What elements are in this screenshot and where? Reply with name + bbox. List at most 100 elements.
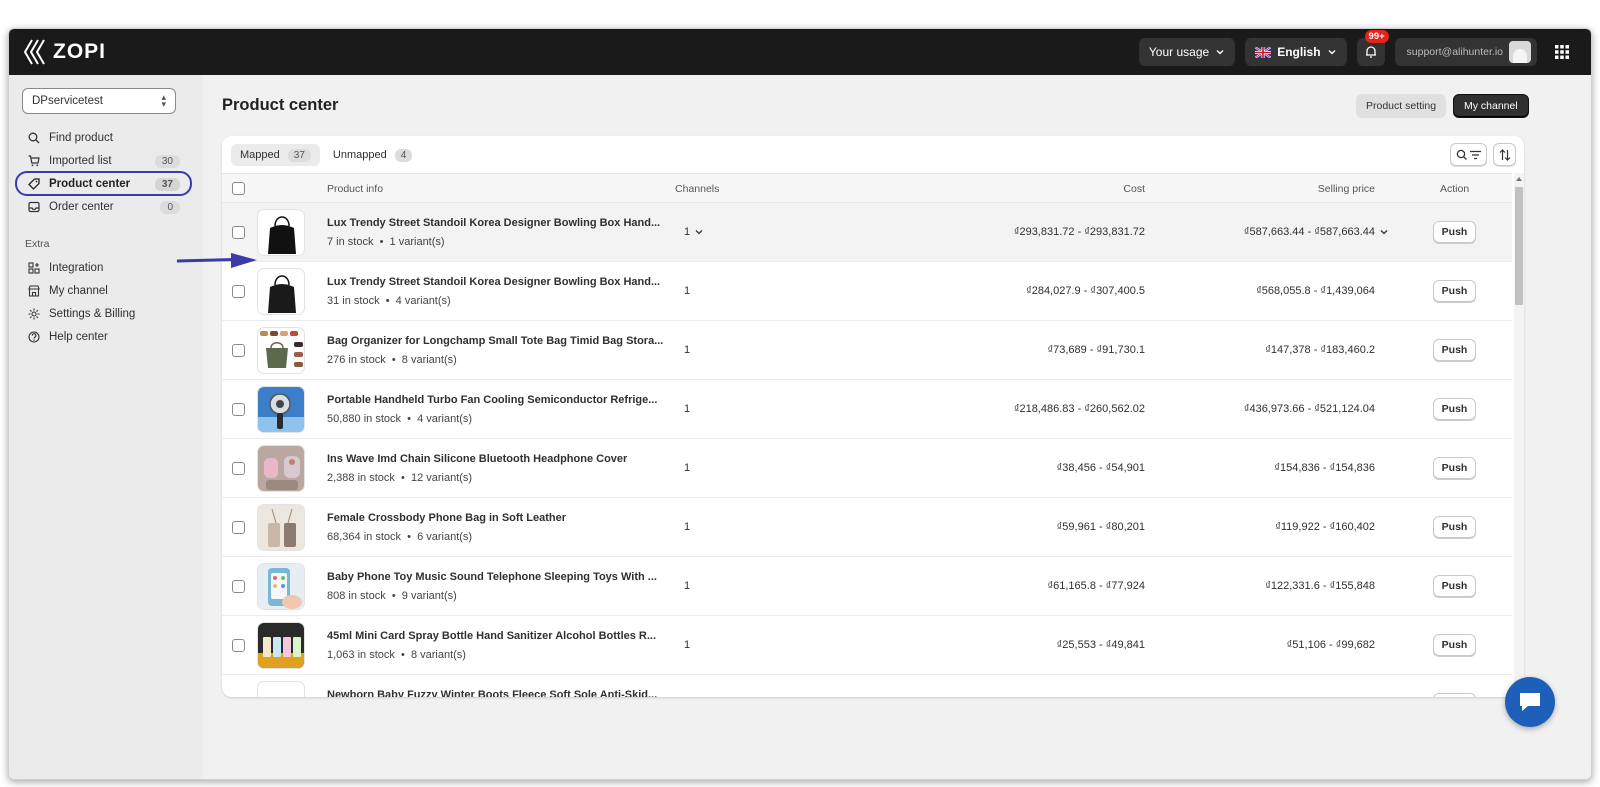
product-name[interactable]: 45ml Mini Card Spray Bottle Hand Sanitiz… <box>327 630 656 642</box>
notifications-button[interactable]: 99+ <box>1356 30 1389 66</box>
notification-badge: 99+ <box>1364 30 1389 43</box>
price-range: ₫587,663.44 - ₫587,663.44 <box>1243 226 1375 238</box>
table-row[interactable]: Female Crossbody Phone Bag in Soft Leath… <box>222 498 1512 557</box>
channel-count: 1 <box>684 285 691 297</box>
sidebar-item-label: Find product <box>49 132 113 144</box>
table-row[interactable]: Ins Wave Imd Chain Silicone Bluetooth He… <box>222 439 1512 498</box>
cost-range: ₫293,831.72 - ₫293,831.72 <box>1013 226 1145 238</box>
sidebar-item-integration[interactable]: Integration <box>22 258 186 278</box>
product-meta: 1,063 in stock • 8 variant(s) <box>327 649 466 661</box>
variant-text: 9 variant(s) <box>401 590 457 602</box>
table-row[interactable]: Lux Trendy Street Standoil Korea Designe… <box>222 203 1512 262</box>
variant-text: 4 variant(s) <box>395 295 451 307</box>
row-checkbox[interactable] <box>232 344 245 357</box>
product-thumbnail <box>257 504 305 551</box>
sidebar-item-count: 0 <box>160 200 180 214</box>
sidebar-item-order-center[interactable]: Order center 0 <box>22 197 186 217</box>
sidebar-item-settings-billing[interactable]: Settings & Billing <box>22 304 186 324</box>
channel-count: 1 <box>684 580 691 592</box>
sidebar-item-label: Imported list <box>49 155 112 167</box>
row-checkbox[interactable] <box>232 226 245 239</box>
price-dropdown[interactable]: ₫587,663.44 - ₫587,663.44 <box>1243 226 1388 238</box>
chevron-down-icon <box>1216 50 1224 55</box>
product-meta: 68,364 in stock • 6 variant(s) <box>327 531 473 543</box>
product-setting-button[interactable]: Product setting <box>1356 94 1447 118</box>
product-name[interactable]: Bag Organizer for Longchamp Small Tote B… <box>327 335 663 347</box>
table-body: Lux Trendy Street Standoil Korea Designe… <box>222 203 1512 697</box>
product-name[interactable]: Baby Phone Toy Music Sound Telephone Sle… <box>327 571 657 583</box>
product-name[interactable]: Newborn Baby Fuzzy Winter Boots Fleece S… <box>327 689 657 697</box>
product-meta: 2,388 in stock • 12 variant(s) <box>327 472 473 484</box>
extra-section-label: Extra <box>25 238 50 250</box>
col-channels: Channels <box>675 183 720 195</box>
app-window: ZOPI Your usage English 99+ support@alih… <box>8 28 1592 780</box>
push-button[interactable]: Push <box>1433 221 1476 243</box>
push-button[interactable]: Push <box>1433 398 1476 420</box>
row-checkbox[interactable] <box>232 462 245 475</box>
language-dropdown[interactable]: English <box>1245 38 1347 66</box>
store-selector[interactable]: DPservicetest ▴ ▾ <box>22 88 176 114</box>
product-name[interactable]: Female Crossbody Phone Bag in Soft Leath… <box>327 512 566 524</box>
price-range: ₫568,055.8 - ₫1,439,064 <box>1256 285 1375 297</box>
annotation-arrow-icon <box>176 253 257 268</box>
table-row[interactable]: Bag Organizer for Longchamp Small Tote B… <box>222 321 1512 380</box>
row-checkbox[interactable] <box>232 580 245 593</box>
stock-text: 2,388 in stock <box>327 472 395 484</box>
table-row[interactable]: 45ml Mini Card Spray Bottle Hand Sanitiz… <box>222 616 1512 675</box>
search-filter-button[interactable] <box>1450 143 1487 166</box>
stock-text: 808 in stock <box>327 590 386 602</box>
usage-dropdown[interactable]: Your usage <box>1138 38 1236 66</box>
chat-button[interactable] <box>1505 677 1555 727</box>
stock-text: 1,063 in stock <box>327 649 395 661</box>
push-button[interactable]: Push <box>1433 693 1476 697</box>
price-range: ₫122,331.6 - ₫155,848 <box>1265 580 1375 592</box>
push-button[interactable]: Push <box>1433 457 1476 479</box>
sidebar-item-imported-list[interactable]: Imported list 30 <box>22 151 186 171</box>
push-button[interactable]: Push <box>1433 634 1476 656</box>
table-header: Product info Channels Cost Selling price… <box>222 173 1512 203</box>
language-label: English <box>1277 45 1321 59</box>
product-name[interactable]: Ins Wave Imd Chain Silicone Bluetooth He… <box>327 453 627 465</box>
row-checkbox[interactable] <box>232 285 245 298</box>
channels-dropdown[interactable]: 1 <box>684 226 704 238</box>
price-range: ₫119,922 - ₫160,402 <box>1275 521 1375 533</box>
chevron-down-icon <box>695 230 703 235</box>
my-channel-button[interactable]: My channel <box>1453 94 1529 118</box>
tab-unmapped[interactable]: Unmapped 4 <box>324 144 421 166</box>
stock-text: 276 in stock <box>327 354 386 366</box>
cart-icon <box>28 155 40 167</box>
push-button[interactable]: Push <box>1433 280 1476 302</box>
sidebar-item-count: 30 <box>154 154 180 168</box>
select-all-checkbox[interactable] <box>232 182 245 195</box>
table-row[interactable]: Portable Handheld Turbo Fan Cooling Semi… <box>222 380 1512 439</box>
product-name[interactable]: Lux Trendy Street Standoil Korea Designe… <box>327 276 660 288</box>
table-row[interactable]: Newborn Baby Fuzzy Winter Boots Fleece S… <box>222 675 1512 697</box>
search-icon <box>28 132 40 144</box>
apps-icon <box>28 262 40 274</box>
sidebar-item-find-product[interactable]: Find product <box>22 128 186 148</box>
push-button[interactable]: Push <box>1433 339 1476 361</box>
price-range: ₫154,836 - ₫154,836 <box>1274 462 1375 474</box>
row-checkbox[interactable] <box>232 639 245 652</box>
store-icon <box>28 285 40 297</box>
apps-grid-button[interactable] <box>1547 38 1577 66</box>
table-row[interactable]: Lux Trendy Street Standoil Korea Designe… <box>222 262 1512 321</box>
account-menu[interactable]: support@alihunter.io <box>1394 38 1537 66</box>
sidebar: DPservicetest ▴ ▾ Find product Imported l… <box>9 75 203 779</box>
zopi-logo[interactable]: ZOPI <box>23 38 106 66</box>
row-checkbox[interactable] <box>232 403 245 416</box>
table-row[interactable]: Baby Phone Toy Music Sound Telephone Sle… <box>222 557 1512 616</box>
push-button[interactable]: Push <box>1433 516 1476 538</box>
sidebar-item-my-channel[interactable]: My channel <box>22 281 186 301</box>
scrollbar-thumb[interactable] <box>1515 187 1523 305</box>
row-checkbox[interactable] <box>232 521 245 534</box>
product-name[interactable]: Lux Trendy Street Standoil Korea Designe… <box>327 217 660 229</box>
push-button[interactable]: Push <box>1433 575 1476 597</box>
inbox-icon <box>28 201 40 213</box>
channel-count: 1 <box>684 521 691 533</box>
table-scrollbar[interactable] <box>1514 173 1524 697</box>
sort-button[interactable] <box>1493 143 1516 166</box>
tab-mapped[interactable]: Mapped 37 <box>231 144 320 166</box>
product-name[interactable]: Portable Handheld Turbo Fan Cooling Semi… <box>327 394 657 406</box>
sidebar-item-help-center[interactable]: Help center <box>22 327 186 347</box>
